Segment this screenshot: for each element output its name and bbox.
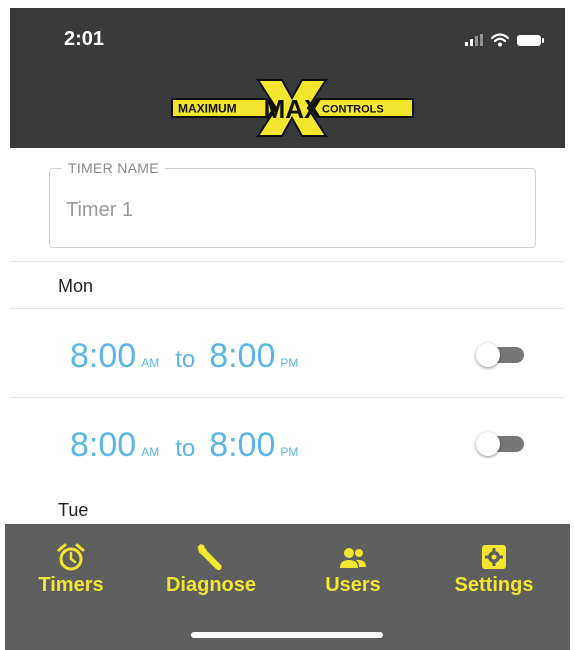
end-period: PM xyxy=(280,356,299,370)
time-range: 8:00 AM to 8:00 PM xyxy=(70,337,298,376)
tab-label: Users xyxy=(325,574,381,596)
time-slot-row: 8:00 AM to 8:00 PM xyxy=(10,309,565,397)
tab-diagnose[interactable]: Diagnose xyxy=(155,542,267,597)
slot-toggle[interactable] xyxy=(476,432,526,456)
tab-label: Timers xyxy=(38,574,104,596)
home-indicator[interactable] xyxy=(191,632,383,638)
gear-icon xyxy=(482,545,506,569)
svg-text:CONTROLS: CONTROLS xyxy=(322,104,384,116)
svg-text:MAX: MAX xyxy=(264,94,322,124)
users-icon xyxy=(340,548,366,568)
start-period: AM xyxy=(141,445,160,459)
time-range: 8:00 AM to 8:00 PM xyxy=(70,426,298,465)
status-icons xyxy=(465,32,544,48)
tab-users[interactable]: Users xyxy=(319,542,387,597)
day-label-tue: Tue xyxy=(58,500,89,520)
status-time: 2:01 xyxy=(64,28,105,50)
end-time[interactable]: 8:00 xyxy=(209,426,275,465)
bottom-tab-bar: Timers Diagnose Users Settings xyxy=(5,524,570,650)
wifi-icon xyxy=(491,33,509,47)
toggle-knob xyxy=(476,432,500,456)
tab-label: Diagnose xyxy=(165,574,257,596)
wrench-icon xyxy=(197,544,222,571)
start-time[interactable]: 8:00 xyxy=(70,337,136,376)
timer-editor: TIMER NAME Mon 8:00 AM to 8:00 PM 8:00 xyxy=(10,148,565,534)
tab-settings[interactable]: Settings xyxy=(444,542,544,597)
divider xyxy=(10,261,565,262)
slot-toggle[interactable] xyxy=(476,343,526,367)
cellular-signal-icon xyxy=(465,34,483,46)
tab-label: Settings xyxy=(454,574,534,596)
toggle-knob xyxy=(476,343,500,367)
start-time[interactable]: 8:00 xyxy=(70,426,136,465)
svg-text:MAXIMUM: MAXIMUM xyxy=(178,102,237,116)
start-period: AM xyxy=(141,356,160,370)
timer-name-field[interactable]: TIMER NAME xyxy=(49,160,536,248)
alarm-clock-icon xyxy=(57,543,85,571)
timer-name-label: TIMER NAME xyxy=(62,160,165,176)
day-label-mon: Mon xyxy=(58,276,94,296)
end-period: PM xyxy=(280,445,299,459)
to-separator: to xyxy=(175,346,196,373)
timer-name-input[interactable] xyxy=(66,199,506,222)
battery-icon xyxy=(517,34,544,46)
end-time[interactable]: 8:00 xyxy=(209,337,275,376)
app-header: 2:01 MAXIMUM CONTROLS MAX xyxy=(10,8,565,148)
time-slot-row: 8:00 AM to 8:00 PM xyxy=(10,398,565,486)
to-separator: to xyxy=(175,435,196,462)
max-controls-logo: MAXIMUM CONTROLS MAX xyxy=(171,79,414,137)
tab-timers[interactable]: Timers xyxy=(31,542,111,597)
